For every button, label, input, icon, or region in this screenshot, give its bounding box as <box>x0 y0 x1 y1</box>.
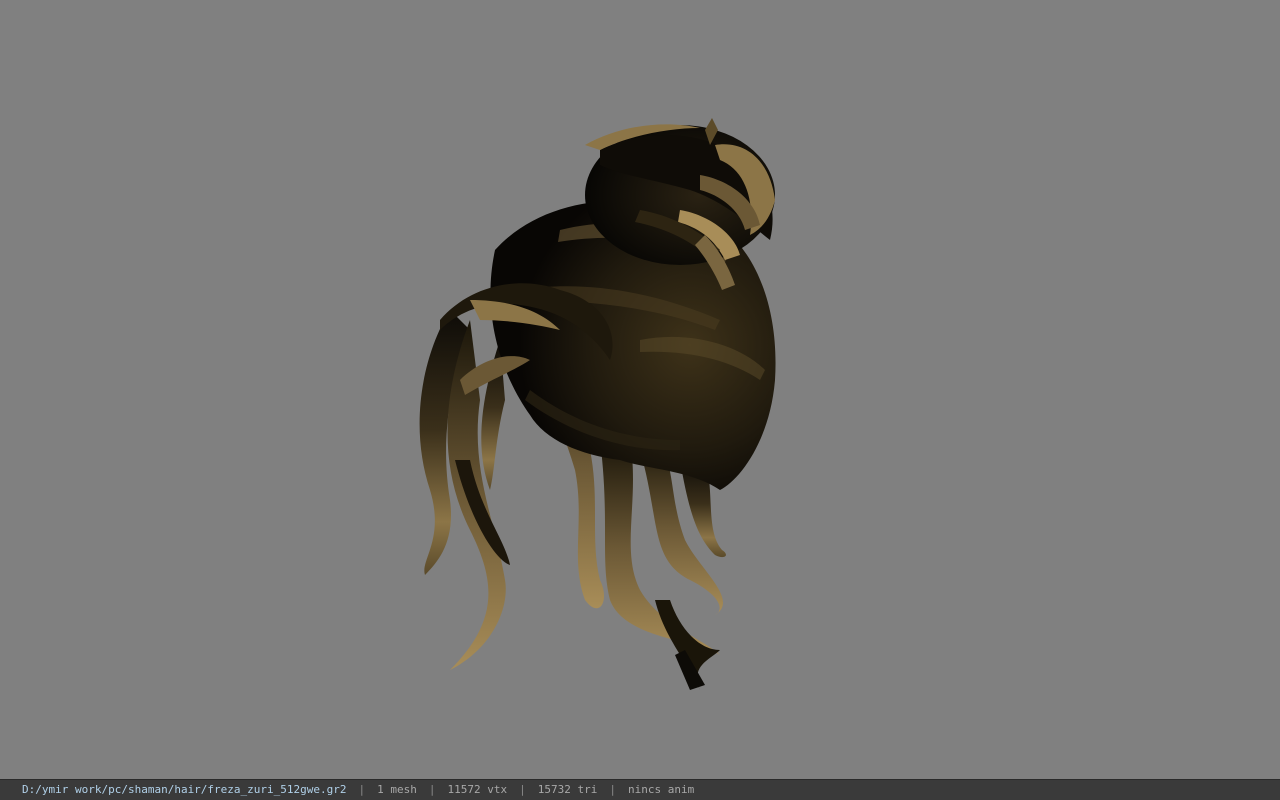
3d-viewport[interactable] <box>0 0 1280 779</box>
triangle-count: 15732 tri <box>537 783 598 796</box>
separator: | <box>609 783 616 796</box>
vertex-count: 11572 vtx <box>447 783 508 796</box>
hair-model-render[interactable] <box>0 0 1280 779</box>
separator: | <box>428 783 436 796</box>
separator: | <box>519 783 526 796</box>
file-path: D:/ymir work/pc/shaman/hair/freza_zuri_5… <box>22 783 347 796</box>
separator: | <box>358 783 366 796</box>
hair-bun <box>585 118 775 265</box>
mesh-count: 1 mesh <box>377 783 417 796</box>
animation-status: nincs anim <box>627 783 695 796</box>
status-bar: D:/ymir work/pc/shaman/hair/freza_zuri_5… <box>0 779 1280 800</box>
